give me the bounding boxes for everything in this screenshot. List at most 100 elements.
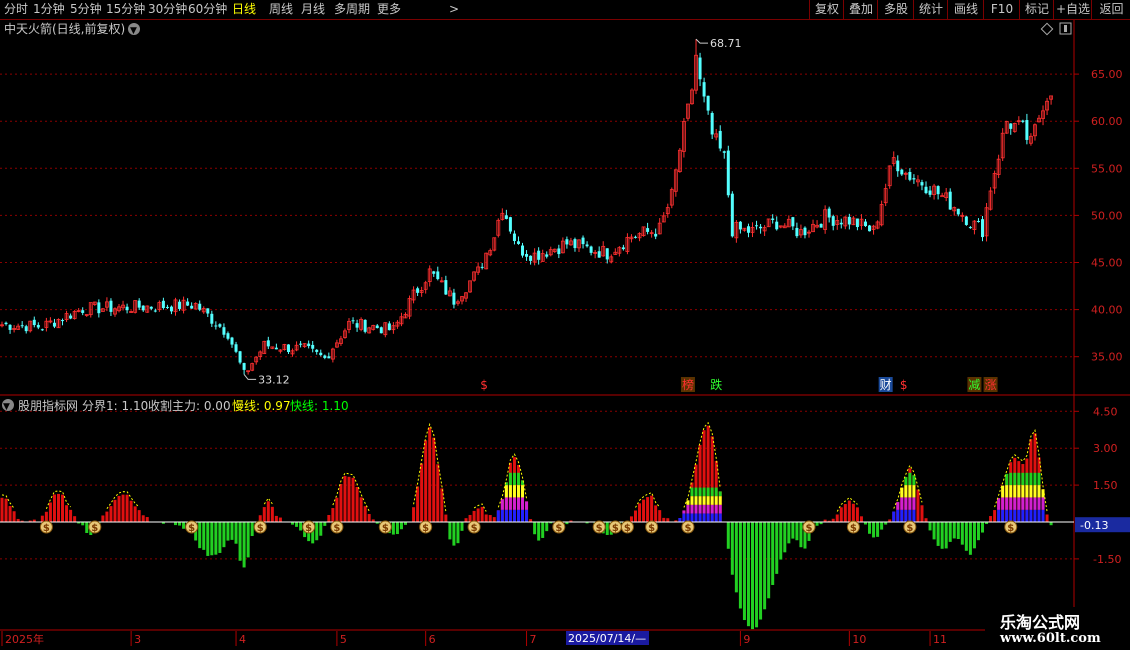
stack-segment xyxy=(1037,509,1041,522)
histogram-bar xyxy=(476,508,480,522)
candle-body xyxy=(286,344,290,353)
stack-segment xyxy=(908,472,912,486)
histogram-bar xyxy=(266,501,270,522)
histogram-bar xyxy=(133,506,137,522)
histogram-bar xyxy=(452,522,456,546)
candle-body xyxy=(912,178,916,180)
histogram-bar xyxy=(0,497,4,522)
event-marker: $ xyxy=(900,378,908,392)
stack-segment xyxy=(892,511,896,522)
histogram-bar xyxy=(872,522,876,538)
stack-segment xyxy=(500,509,504,522)
event-marker: 榜 xyxy=(682,377,694,392)
candle-body xyxy=(827,208,831,218)
histogram-bar xyxy=(767,522,771,599)
stack-segment xyxy=(516,472,520,486)
toolbar-action-button[interactable]: 叠加 xyxy=(843,0,878,19)
price-tick-label: 40.00 xyxy=(1091,304,1123,317)
money-bag-icon-glyph: $ xyxy=(1007,523,1014,534)
histogram-bar xyxy=(658,510,662,522)
candle-body xyxy=(480,266,484,268)
candle-body xyxy=(178,301,182,309)
stack-segment xyxy=(1013,472,1017,486)
histogram-bar xyxy=(876,522,880,537)
kline-chart[interactable]: 65.00 60.00 55.00 50.00 45.00 40.00 35.00 68.71… xyxy=(0,20,1130,650)
candle-body xyxy=(936,186,940,195)
candle-body xyxy=(646,228,650,232)
candle-body xyxy=(698,57,702,80)
price-tick-label: 60.00 xyxy=(1091,115,1123,128)
toolbar-action-button[interactable]: F10 xyxy=(983,0,1020,19)
histogram-bar xyxy=(666,518,670,522)
histogram-bar xyxy=(242,522,246,568)
histogram-bar xyxy=(129,500,133,522)
stack-segment xyxy=(686,500,690,505)
candle-body xyxy=(504,215,508,219)
histogram-bar xyxy=(339,484,343,522)
histogram-bar xyxy=(73,516,77,522)
stack-segment xyxy=(1033,485,1037,498)
stack-segment xyxy=(1033,509,1037,522)
period-tab[interactable]: 15分钟 xyxy=(106,2,145,17)
stack-segment xyxy=(706,496,710,505)
histogram-bar xyxy=(331,508,335,522)
histogram-bar xyxy=(347,476,351,522)
money-bag-icon-glyph: $ xyxy=(684,523,691,534)
toolbar-action-button[interactable]: +自选 xyxy=(1053,0,1092,19)
period-tab[interactable]: 1分钟 xyxy=(33,2,65,17)
histogram-bar xyxy=(145,517,149,522)
period-tab[interactable]: 5分钟 xyxy=(70,2,102,17)
x-axis-label: 6 xyxy=(429,633,436,646)
candle-body xyxy=(323,355,327,358)
period-tab[interactable]: 60分钟 xyxy=(188,2,227,17)
stack-segment xyxy=(512,485,516,498)
candle-body xyxy=(589,246,593,253)
toolbar-action-button[interactable]: 统计 xyxy=(913,0,948,19)
toolbar-action-button[interactable]: 复权 xyxy=(809,0,844,19)
stack-segment xyxy=(1009,497,1013,510)
toolbar-action-button[interactable]: 画线 xyxy=(947,0,984,19)
candle-body xyxy=(24,326,28,332)
period-toolbar: 分时 1分钟 5分钟 15分钟 30分钟 60分钟 日线 周线 月线 多周期 更多 > 复权 叠加 多股 统计… xyxy=(0,0,1130,20)
period-tab[interactable]: 分时 xyxy=(4,2,28,17)
toolbar-action-button[interactable]: 标记 xyxy=(1019,0,1054,19)
stack-segment xyxy=(1017,485,1021,498)
histogram-bar xyxy=(944,522,948,549)
histogram-bar xyxy=(742,522,746,621)
more-chevron-icon[interactable]: > xyxy=(449,2,459,17)
stack-segment xyxy=(1025,472,1029,486)
stack-segment xyxy=(1001,509,1005,522)
period-tab[interactable]: 多周期 xyxy=(334,2,370,17)
candle-body xyxy=(137,300,141,308)
stack-segment xyxy=(525,501,529,510)
candle-body xyxy=(266,340,270,347)
histogram-bar xyxy=(734,522,738,593)
indicator-title: 股朋指标网 xyxy=(18,398,78,413)
stack-segment xyxy=(1037,497,1041,510)
histogram-bar xyxy=(738,522,742,609)
histogram-bar xyxy=(363,506,367,522)
stack-segment xyxy=(912,497,916,510)
stack-segment xyxy=(1037,472,1041,486)
candle-body xyxy=(710,113,714,135)
candle-body xyxy=(516,241,520,244)
period-tab[interactable]: 月线 xyxy=(301,2,325,17)
candle-body xyxy=(755,225,759,227)
period-tab[interactable]: 日线 xyxy=(232,2,256,17)
stack-segment xyxy=(714,487,718,497)
stack-segment xyxy=(904,497,908,510)
stack-segment xyxy=(516,509,520,522)
period-tab[interactable]: 周线 xyxy=(269,2,293,17)
money-bag-icon-glyph: $ xyxy=(471,523,478,534)
chevron-down-icon: ▼ xyxy=(3,402,10,412)
period-tab[interactable]: 30分钟 xyxy=(148,2,187,17)
candle-body xyxy=(230,337,234,345)
candle-body xyxy=(210,313,214,324)
x-axis-label: 11 xyxy=(933,633,947,646)
stack-segment xyxy=(718,513,722,522)
candle-body xyxy=(32,319,36,326)
toolbar-action-button[interactable]: 返回 xyxy=(1091,0,1130,19)
period-tab[interactable]: 更多 xyxy=(377,2,401,17)
candle-body xyxy=(327,356,331,359)
toolbar-action-button[interactable]: 多股 xyxy=(877,0,914,19)
